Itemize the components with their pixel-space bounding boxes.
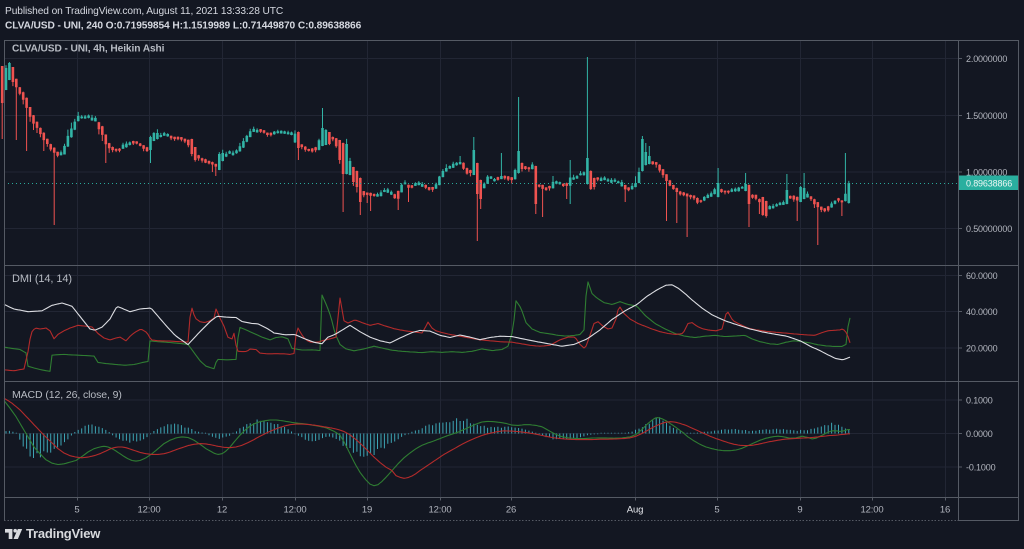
svg-text:12:00: 12:00: [137, 505, 160, 516]
svg-text:1.5000000: 1.5000000: [966, 111, 1007, 121]
svg-text:0.89638866: 0.89638866: [966, 179, 1012, 189]
svg-text:16: 16: [940, 505, 950, 516]
svg-text:1.0000000: 1.0000000: [966, 168, 1007, 178]
svg-text:12:00: 12:00: [283, 505, 306, 516]
svg-text:9: 9: [797, 505, 802, 516]
svg-text:12: 12: [217, 505, 227, 516]
svg-text:0.50000000: 0.50000000: [966, 224, 1012, 234]
svg-text:60.0000: 60.0000: [966, 271, 998, 281]
svg-text:CLVA/USD - UNI, 240 O:0.719598: CLVA/USD - UNI, 240 O:0.71959854 H:1.151…: [5, 21, 362, 32]
svg-text:0.1000: 0.1000: [966, 396, 993, 406]
svg-text:-0.1000: -0.1000: [966, 463, 996, 473]
svg-text:MACD (12, 26, close, 9): MACD (12, 26, close, 9): [12, 389, 122, 401]
svg-text:Aug: Aug: [627, 505, 643, 516]
svg-text:0.0000: 0.0000: [966, 429, 993, 439]
svg-text:TradingView: TradingView: [26, 526, 101, 541]
svg-text:CLVA/USD - UNI, 4h, Heikin Ash: CLVA/USD - UNI, 4h, Heikin Ashi: [12, 44, 165, 55]
svg-text:2.0000000: 2.0000000: [966, 54, 1007, 64]
svg-text:12:00: 12:00: [428, 505, 451, 516]
svg-text:40.0000: 40.0000: [966, 307, 998, 317]
svg-text:5: 5: [714, 505, 719, 516]
svg-text:20.0000: 20.0000: [966, 344, 998, 354]
svg-text:DMI (14, 14): DMI (14, 14): [12, 273, 72, 285]
svg-text:Published on TradingView.com,: Published on TradingView.com, August 11,…: [5, 6, 283, 17]
svg-text:26: 26: [506, 505, 516, 516]
svg-text:5: 5: [74, 505, 79, 516]
svg-text:19: 19: [362, 505, 372, 516]
svg-text:12:00: 12:00: [860, 505, 883, 516]
